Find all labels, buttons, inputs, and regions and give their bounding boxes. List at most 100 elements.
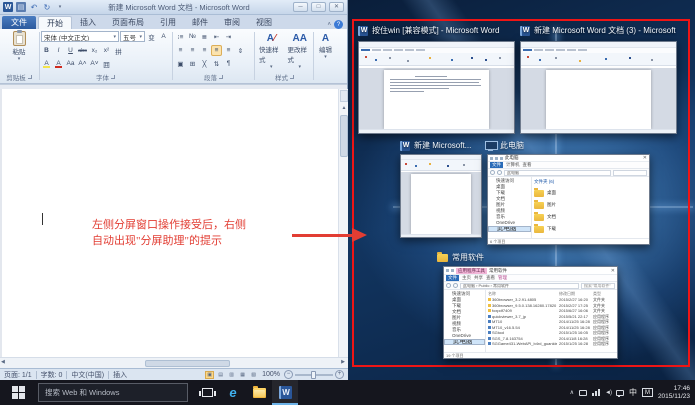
close-button[interactable]: ✕ — [329, 2, 344, 12]
shrink-font-icon[interactable]: A˅ — [89, 58, 100, 69]
phonetic-guide-icon[interactable]: 拼 — [113, 45, 124, 56]
borders-icon[interactable]: ⊞ — [187, 58, 198, 69]
tab-mailings[interactable]: 邮件 — [184, 16, 216, 29]
tab-insert[interactable]: 插入 — [72, 16, 104, 29]
zoom-slider-thumb[interactable] — [311, 370, 316, 379]
italic-button[interactable]: I — [53, 45, 64, 56]
tab-page-layout[interactable]: 页面布局 — [104, 16, 152, 29]
tab-view[interactable]: 视图 — [248, 16, 280, 29]
quick-styles-button[interactable]: A⁄ 快速样式 ▾ — [259, 33, 284, 70]
minimize-button[interactable]: ─ — [293, 2, 308, 12]
status-page[interactable]: 页面: 1/1 — [4, 370, 32, 380]
editing-button[interactable]: A 编辑 ▾ — [319, 33, 332, 60]
font-color-icon[interactable]: A — [53, 58, 64, 69]
bold-button[interactable]: B — [41, 45, 52, 56]
multilevel-list-icon[interactable]: ≣ — [199, 31, 210, 42]
zoom-slider[interactable] — [295, 370, 333, 379]
dialog-launcher-icon[interactable] — [290, 75, 294, 79]
quick-access-dropdown-icon[interactable]: ▾ — [55, 2, 65, 12]
status-word-count[interactable]: 字数: 0 — [41, 370, 63, 380]
snap-thumbnail-this-pc[interactable]: 此电脑 ✕ 文件 计算机 查看 此电脑 快速访问 桌面 下载 文档 图片 视频 … — [487, 154, 650, 245]
tab-review[interactable]: 审阅 — [216, 16, 248, 29]
undo-icon[interactable]: ↶ — [29, 2, 39, 12]
paragraph-group: ⁝≡ № ≣ ⇤ ⇥ ≡ ≡ ≡ ≡ ≡ ⇕ ▣ ⊞ ╳ ⇅ ¶ 段落 — [175, 29, 252, 83]
scroll-right-icon[interactable]: ▶ — [341, 359, 345, 365]
save-icon[interactable]: ▤ — [16, 2, 26, 12]
dialog-launcher-icon[interactable] — [219, 75, 223, 79]
superscript-button[interactable]: x² — [101, 45, 112, 56]
font-size-select[interactable]: 五号 ▾ — [120, 31, 145, 42]
network-icon[interactable] — [592, 389, 600, 396]
align-left-icon[interactable]: ≡ — [175, 45, 186, 56]
align-right-icon[interactable]: ≡ — [199, 45, 210, 56]
file-explorer-button[interactable] — [246, 380, 272, 405]
view-fullscreen-icon[interactable]: ▤ — [216, 371, 225, 379]
scroll-left-icon[interactable]: ◀ — [1, 359, 5, 365]
font-name-select[interactable]: 宋体 (中文正文) ▾ — [41, 31, 119, 42]
tab-home[interactable]: 开始 — [38, 16, 72, 29]
maximize-button[interactable]: □ — [311, 2, 326, 12]
enclose-characters-icon[interactable]: 囲 — [101, 58, 112, 69]
vertical-scrollbar[interactable]: ▲ — [338, 89, 348, 357]
tab-file[interactable]: 文件 — [2, 16, 36, 29]
scrollbar-thumb[interactable] — [145, 360, 230, 367]
shading-icon[interactable]: ▣ — [175, 58, 186, 69]
snap-thumbnail-word-3[interactable] — [400, 154, 482, 238]
increase-indent-icon[interactable]: ⇥ — [223, 31, 234, 42]
dialog-launcher-icon[interactable] — [111, 75, 115, 79]
snap-thumbnail-word-1[interactable] — [358, 41, 515, 134]
highlight-color-icon[interactable]: A — [41, 58, 52, 69]
show-hidden-icons-icon[interactable]: ∧ — [570, 389, 574, 396]
decrease-indent-icon[interactable]: ⇤ — [211, 31, 222, 42]
change-styles-button[interactable]: AA 更改样式 ▾ — [288, 33, 313, 70]
show-marks-icon[interactable]: ¶ — [223, 58, 234, 69]
grow-font-icon[interactable]: A˄ — [77, 58, 88, 69]
minimize-ribbon-icon[interactable]: ˄ — [327, 22, 331, 28]
taskbar-clock[interactable]: 17:46 2015/11/23 — [658, 385, 690, 401]
scroll-up-icon[interactable]: ▲ — [340, 104, 348, 113]
status-language[interactable]: 中文(中国) — [71, 370, 104, 380]
subscript-button[interactable]: x₂ — [89, 45, 100, 56]
snap-thumbnail-word-2[interactable] — [520, 41, 677, 134]
action-center-icon[interactable] — [615, 389, 624, 397]
distribute-icon[interactable]: ≡ — [223, 45, 234, 56]
bullets-icon[interactable]: ⁝≡ — [175, 31, 186, 42]
underline-button[interactable]: U — [65, 45, 76, 56]
paste-button[interactable]: 粘贴 ▾ — [2, 30, 36, 62]
zoom-level[interactable]: 100% — [262, 371, 280, 378]
zoom-out-icon[interactable]: − — [284, 370, 293, 379]
start-button[interactable] — [0, 380, 36, 405]
line-spacing-icon[interactable]: ⇕ — [235, 45, 246, 56]
taskbar-search-input[interactable] — [38, 383, 188, 402]
asian-layout-icon[interactable]: ╳ — [199, 58, 210, 69]
volume-icon[interactable]: ◄) — [605, 390, 612, 396]
view-draft-icon[interactable]: ▧ — [249, 371, 258, 379]
horizontal-scrollbar[interactable]: ◀ ▶ — [0, 357, 348, 368]
touch-keyboard-icon[interactable] — [579, 389, 587, 396]
character-border-icon[interactable]: A — [158, 31, 169, 42]
word-taskbar-button[interactable]: W — [272, 380, 298, 405]
dialog-launcher-icon[interactable] — [27, 75, 32, 79]
clear-formatting-icon[interactable]: 变 — [146, 31, 157, 42]
zoom-in-icon[interactable]: + — [335, 370, 344, 379]
justify-icon[interactable]: ≡ — [211, 45, 222, 56]
strikethrough-button[interactable]: abc — [77, 45, 88, 56]
tab-references[interactable]: 引用 — [152, 16, 184, 29]
view-web-icon[interactable]: ▥ — [227, 371, 236, 379]
edge-button[interactable]: e — [220, 380, 246, 405]
redo-icon[interactable]: ↻ — [42, 2, 52, 12]
task-view-button[interactable] — [194, 380, 220, 405]
help-icon[interactable]: ? — [334, 20, 343, 29]
align-center-icon[interactable]: ≡ — [187, 45, 198, 56]
scrollbar-thumb[interactable] — [340, 115, 348, 157]
view-print-layout-icon[interactable]: ▣ — [205, 370, 215, 379]
ime-language-indicator[interactable]: 中 — [629, 387, 637, 398]
status-insert-mode[interactable]: 插入 — [113, 370, 127, 380]
change-case-icon[interactable]: Aa — [65, 58, 76, 69]
ime-mode-indicator[interactable]: M — [641, 388, 653, 397]
numbering-icon[interactable]: № — [187, 31, 198, 42]
snap-thumbnail-folder[interactable]: 应用程序工具 常用软件 ✕ 文件 主页 共享 查看 管理 此电脑 › Publi… — [443, 266, 618, 359]
sort-icon[interactable]: ⇅ — [211, 58, 222, 69]
view-outline-icon[interactable]: ▦ — [238, 371, 247, 379]
ruler-toggle-icon[interactable] — [340, 90, 348, 102]
